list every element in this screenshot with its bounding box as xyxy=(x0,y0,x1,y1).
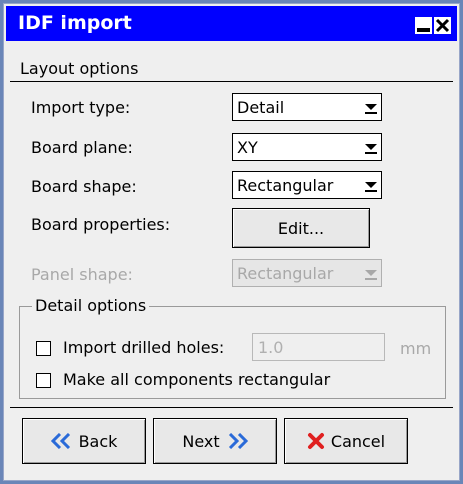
board-shape-select[interactable]: Rectangular xyxy=(232,171,382,199)
next-button-label: Next xyxy=(182,431,220,451)
dropdown-arrow-icon xyxy=(365,270,377,280)
board-plane-select[interactable]: XY xyxy=(232,133,382,161)
edit-button[interactable]: Edit... xyxy=(232,208,370,248)
dropdown-arrow-icon xyxy=(365,144,377,154)
import-type-label: Import type: xyxy=(31,98,131,117)
minimize-icon[interactable] xyxy=(415,17,432,34)
close-icon[interactable] xyxy=(434,17,451,34)
cancel-button[interactable]: Cancel xyxy=(284,418,408,464)
panel-shape-select: Rectangular xyxy=(232,259,382,287)
dialog-frame: IDF import Layout options Import type: D… xyxy=(0,0,463,484)
import-drilled-holes-checkbox[interactable] xyxy=(36,341,51,356)
board-properties-label: Board properties: xyxy=(31,215,171,234)
cancel-button-label: Cancel xyxy=(330,431,386,451)
import-type-value: Detail xyxy=(237,98,285,117)
panel-shape-value: Rectangular xyxy=(237,264,334,283)
next-button[interactable]: Next xyxy=(153,418,277,464)
cancel-x-icon xyxy=(307,433,324,449)
drilled-holes-value-field: 1.0 xyxy=(252,333,385,361)
make-rectangular-label: Make all components rectangular xyxy=(63,370,331,389)
board-plane-value: XY xyxy=(237,138,258,157)
board-shape-value: Rectangular xyxy=(237,176,334,195)
back-button[interactable]: Back xyxy=(22,418,146,464)
import-type-select[interactable]: Detail xyxy=(232,93,382,121)
panel-shape-label: Panel shape: xyxy=(31,265,133,284)
divider xyxy=(10,81,453,82)
section-label: Layout options xyxy=(20,59,139,78)
drilled-holes-value: 1.0 xyxy=(258,338,284,357)
divider xyxy=(10,407,453,408)
detail-options-title: Detail options xyxy=(32,296,150,315)
drilled-holes-unit: mm xyxy=(400,339,432,358)
edit-button-label: Edit... xyxy=(277,218,325,238)
board-plane-label: Board plane: xyxy=(31,138,133,157)
double-left-arrow-icon xyxy=(50,433,70,449)
make-rectangular-checkbox[interactable] xyxy=(36,373,51,388)
dropdown-arrow-icon xyxy=(365,182,377,192)
dropdown-arrow-icon xyxy=(364,97,378,117)
board-shape-label: Board shape: xyxy=(31,177,137,196)
window-title: IDF import xyxy=(18,12,132,34)
import-drilled-holes-label: Import drilled holes: xyxy=(63,338,225,357)
double-right-arrow-icon xyxy=(228,433,248,449)
back-button-label: Back xyxy=(78,431,118,451)
title-bar[interactable]: IDF import xyxy=(6,6,457,41)
